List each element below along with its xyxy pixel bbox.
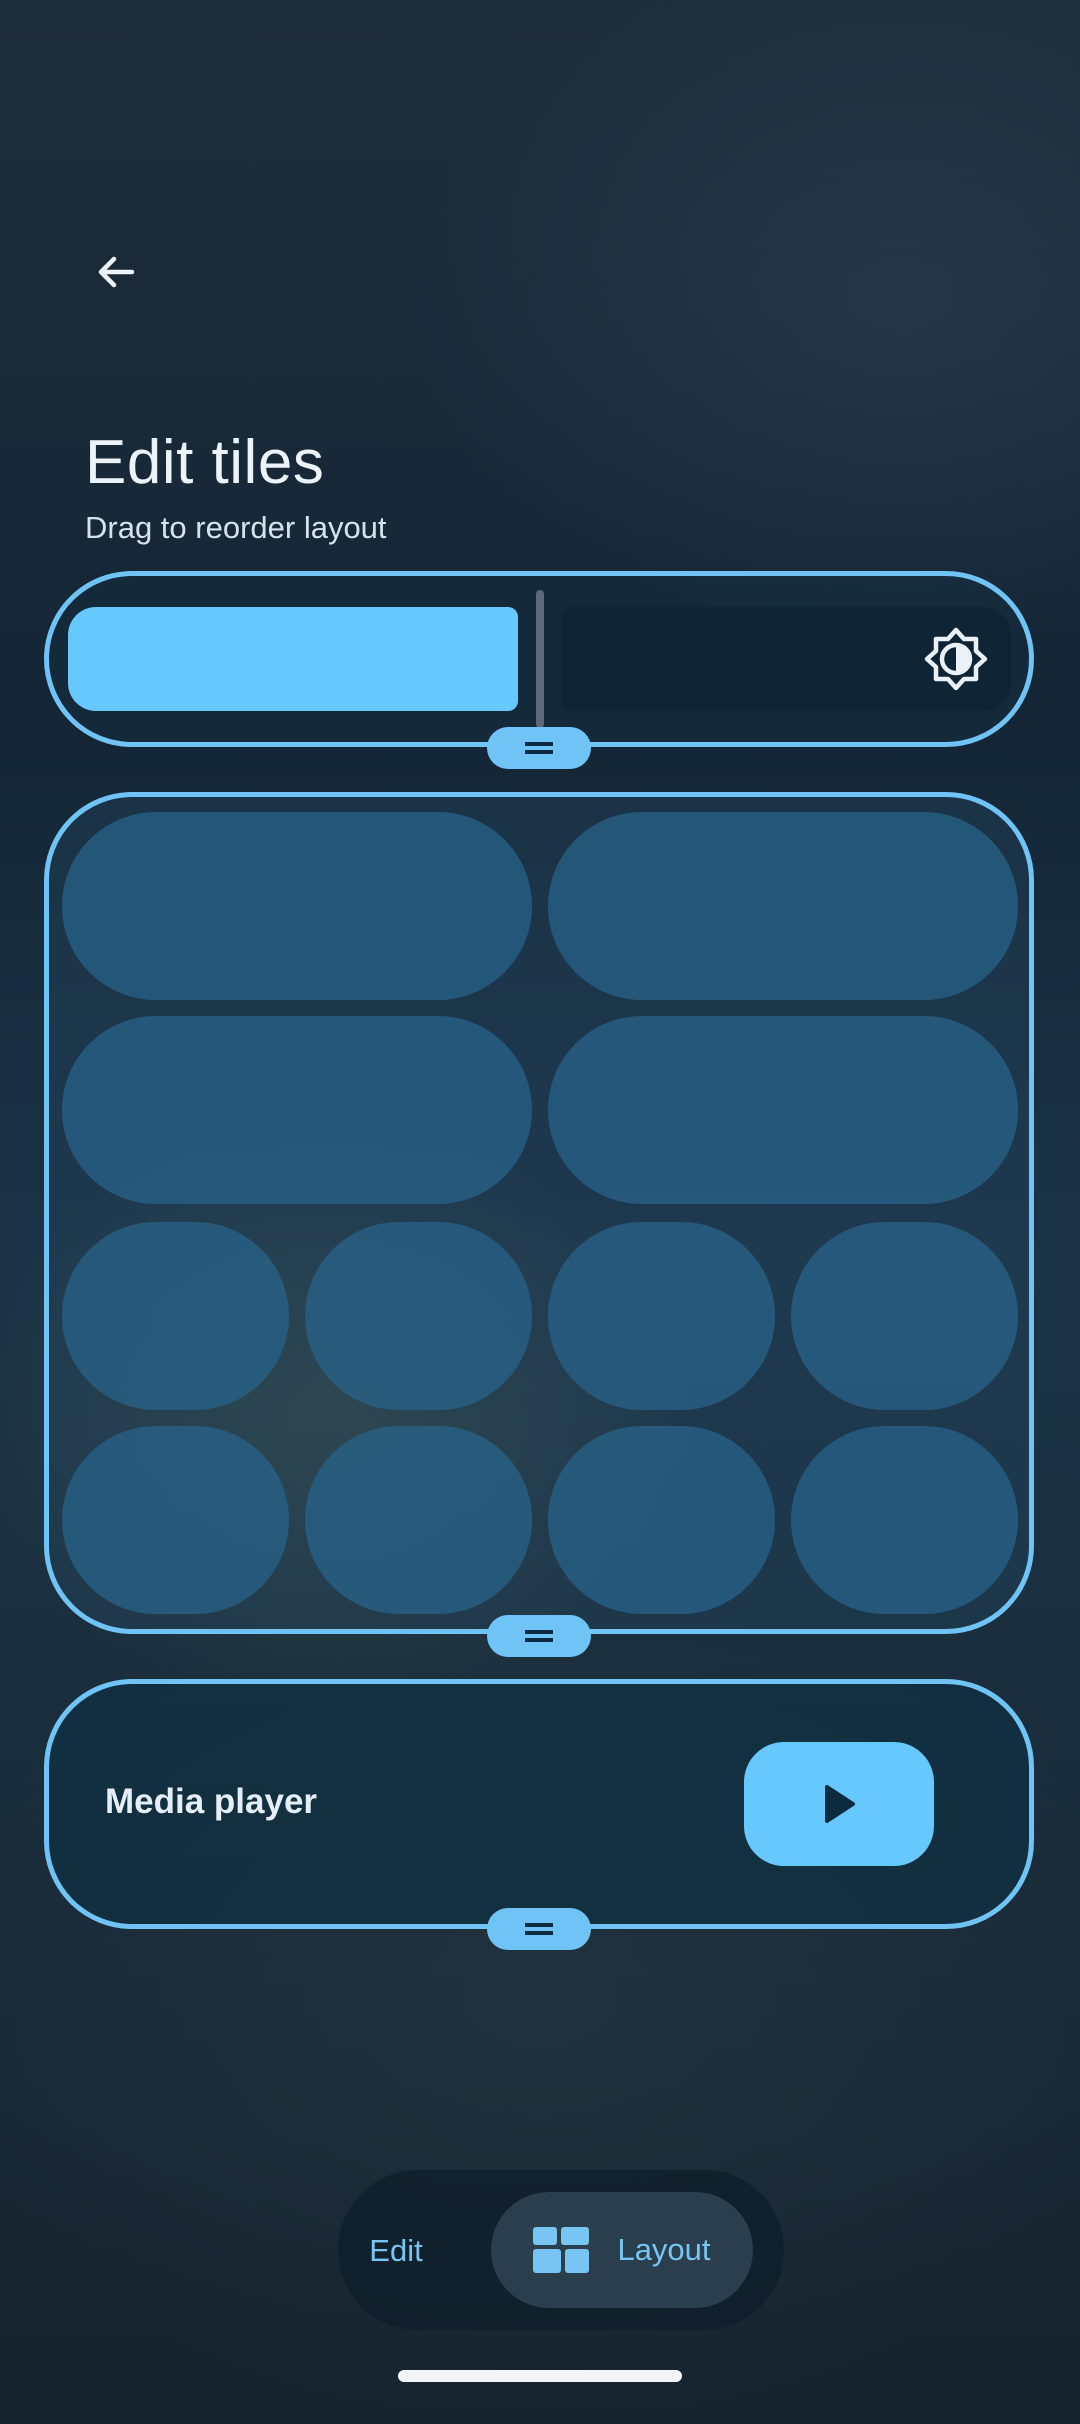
large-tile[interactable] — [548, 812, 1018, 1000]
small-tile[interactable] — [548, 1426, 775, 1614]
media-player-drag-handle[interactable] — [487, 1908, 591, 1950]
drag-handle-icon — [525, 1630, 553, 1642]
small-tile[interactable] — [62, 1426, 289, 1614]
layout-grid-icon — [533, 2227, 590, 2273]
play-button[interactable] — [744, 1742, 934, 1866]
home-indicator[interactable] — [398, 2370, 682, 2382]
large-tile[interactable] — [62, 1016, 532, 1204]
small-tile[interactable] — [305, 1426, 532, 1614]
large-tile[interactable] — [548, 1016, 1018, 1204]
brightness-icon — [924, 627, 988, 691]
tab-edit[interactable]: Edit — [340, 2196, 452, 2306]
small-tile[interactable] — [62, 1222, 289, 1410]
brightness-slider-fill — [68, 607, 518, 711]
small-tile[interactable] — [791, 1426, 1018, 1614]
brightness-drag-handle[interactable] — [487, 727, 591, 769]
brightness-resize-handle[interactable] — [536, 590, 544, 728]
small-tile[interactable] — [305, 1222, 532, 1410]
play-icon — [825, 1785, 855, 1823]
drag-handle-icon — [525, 742, 553, 754]
page-subtitle: Drag to reorder layout — [85, 510, 387, 545]
tab-layout-label: Layout — [617, 2232, 711, 2267]
small-tile[interactable] — [791, 1222, 1018, 1410]
tab-layout[interactable]: Layout — [491, 2192, 753, 2308]
page-title: Edit tiles — [85, 428, 325, 497]
drag-handle-icon — [525, 1923, 553, 1935]
tiles-grid-drag-handle[interactable] — [487, 1615, 591, 1657]
tab-edit-label: Edit — [369, 2233, 423, 2268]
arrow-left-icon — [98, 256, 135, 288]
small-tile[interactable] — [548, 1222, 775, 1410]
media-player-label: Media player — [105, 1782, 318, 1821]
back-button[interactable] — [80, 236, 152, 308]
large-tile[interactable] — [62, 812, 532, 1000]
